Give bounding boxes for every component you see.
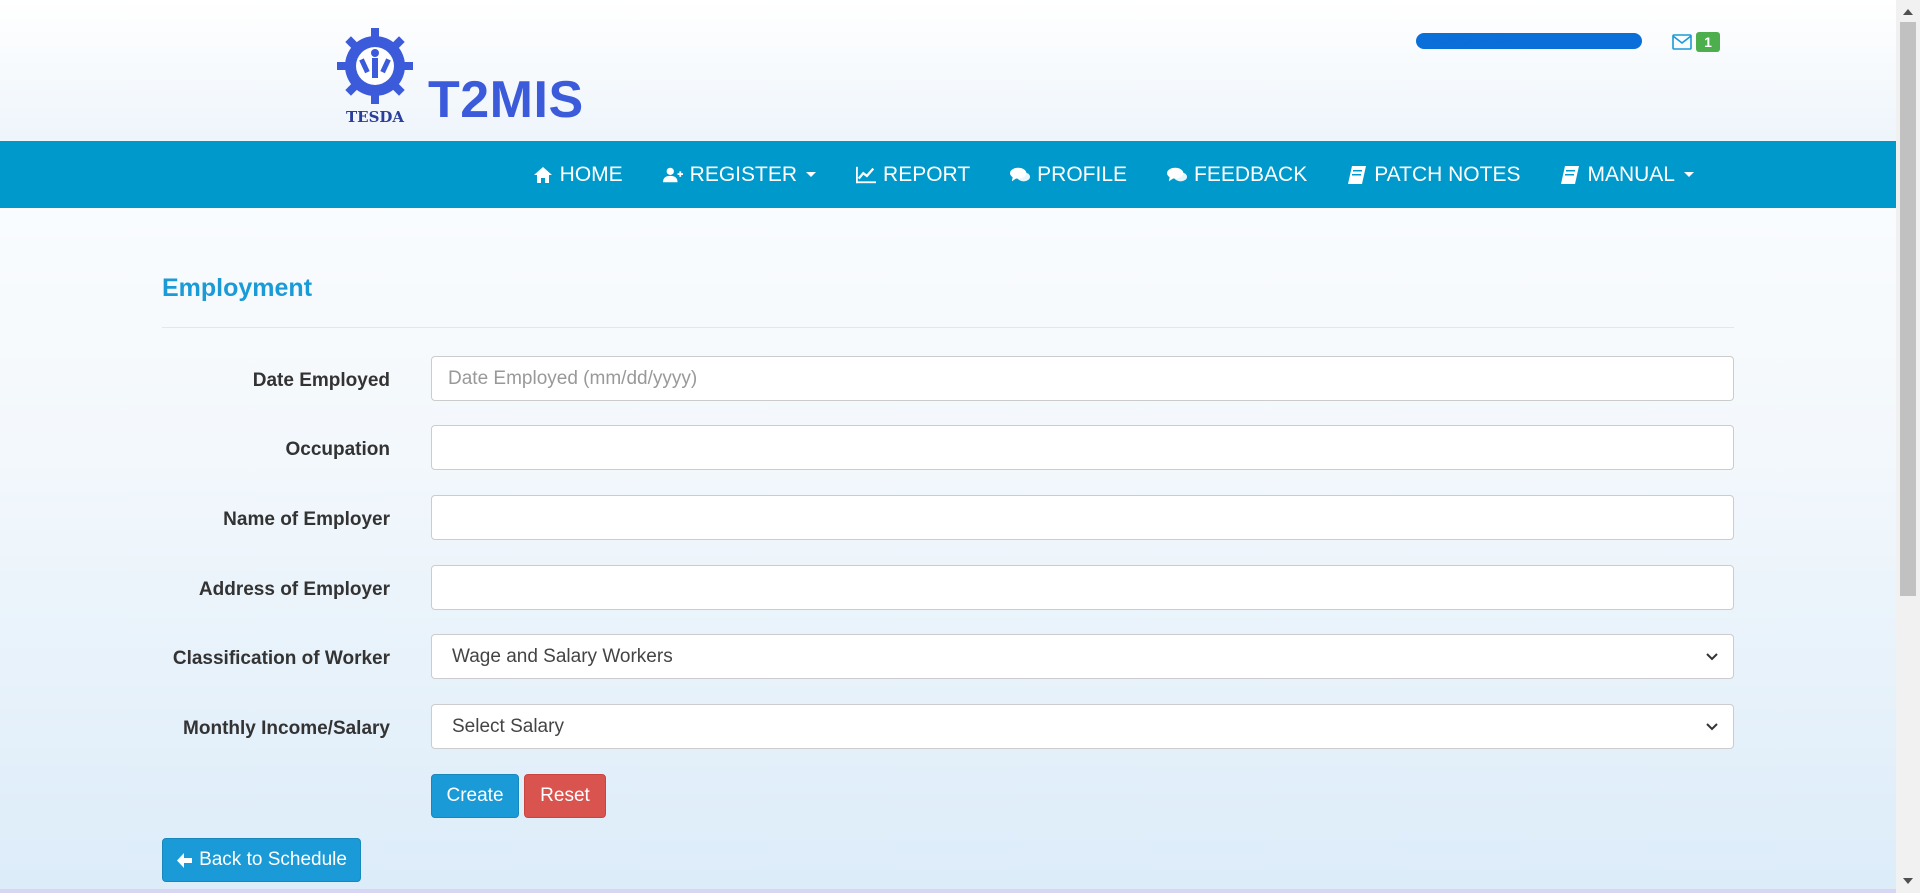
home-icon [533,166,552,183]
logo-text: TESDA [346,108,405,126]
employer-name-label: Name of Employer [223,509,390,530]
nav-profile[interactable]: PROFILE [990,163,1147,187]
employer-name-input[interactable] [431,495,1734,540]
worker-class-value: Wage and Salary Workers [452,645,673,667]
chevron-down-icon [1684,172,1694,177]
brand-title[interactable]: T2MIS [428,70,584,130]
mail-notifications[interactable]: 1 [1672,32,1720,52]
arrow-left-icon [177,852,193,868]
employer-address-input[interactable] [431,565,1734,610]
employer-name-row: Name of Employer [162,495,1734,541]
scroll-down-arrow-icon[interactable] [1903,878,1913,884]
occupation-label: Occupation [285,439,390,460]
salary-value: Select Salary [452,715,564,737]
main-navbar: HOME REGISTER REPORT PROFILE FEEDBACK PA… [0,141,1896,208]
comments-icon [1010,167,1031,181]
occupation-row: Occupation [162,425,1734,471]
chevron-down-icon [1706,723,1718,731]
date-employed-row: Date Employed [162,356,1734,402]
nav-manual[interactable]: MANUAL [1540,163,1714,187]
vertical-scrollbar[interactable] [1896,0,1920,893]
site-header: TESDA T2MIS email@gmail.com 1 [0,0,1896,141]
nav-manual-label: MANUAL [1587,162,1675,186]
worker-class-select[interactable]: Wage and Salary Workers [431,634,1734,679]
scroll-up-arrow-icon[interactable] [1903,9,1913,15]
comments-icon [1167,167,1188,181]
nav-home[interactable]: HOME [513,163,643,187]
bottom-strip [0,889,1896,893]
salary-label: Monthly Income/Salary [183,718,390,739]
reset-button[interactable]: Reset [524,774,606,818]
occupation-input[interactable] [431,425,1734,470]
worker-class-row: Classification of Worker Wage and Salary… [162,634,1734,680]
nav-register-label: REGISTER [689,162,798,186]
book-icon [1561,165,1580,184]
nav-patch-notes-label: PATCH NOTES [1374,162,1521,186]
date-employed-label: Date Employed [252,370,390,391]
nav-profile-label: PROFILE [1037,162,1128,186]
back-to-schedule-button[interactable]: Back to Schedule [162,838,361,882]
line-chart-icon [856,166,877,183]
nav-report-label: REPORT [883,162,971,186]
employer-address-row: Address of Employer [162,565,1734,611]
salary-select[interactable]: Select Salary [431,704,1734,749]
chevron-down-icon [806,172,817,177]
employer-address-label: Address of Employer [198,579,390,600]
chevron-down-icon [1706,653,1718,661]
envelope-icon [1672,34,1692,50]
scroll-thumb[interactable] [1900,22,1916,596]
book-icon [1348,165,1367,184]
user-email[interactable]: email@gmail.com [1416,33,1642,49]
salary-row: Monthly Income/Salary Select Salary [162,704,1734,750]
create-button[interactable]: Create [431,774,519,818]
nav-patch-notes[interactable]: PATCH NOTES [1327,163,1540,187]
nav-home-label: HOME [559,162,623,186]
nav-feedback[interactable]: FEEDBACK [1147,163,1327,187]
section-title: Employment [162,274,313,302]
back-to-schedule-label: Back to Schedule [199,849,347,870]
nav-feedback-label: FEEDBACK [1194,162,1308,186]
worker-class-label: Classification of Worker [172,648,390,669]
mail-count-badge: 1 [1696,32,1720,52]
nav-report[interactable]: REPORT [836,163,990,187]
user-plus-icon [662,167,683,182]
nav-register[interactable]: REGISTER [643,163,836,187]
date-employed-input[interactable] [431,356,1734,401]
divider [162,327,1734,328]
